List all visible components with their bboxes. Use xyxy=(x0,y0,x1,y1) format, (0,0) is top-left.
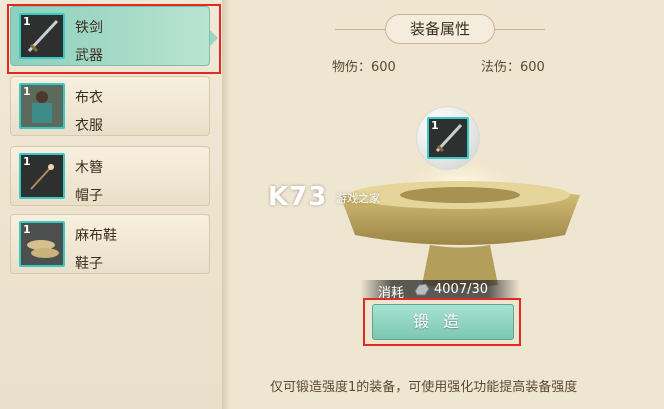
item-type: 衣服 xyxy=(75,118,103,134)
item-type: 鞋子 xyxy=(75,256,103,272)
ore-icon xyxy=(414,283,430,296)
item-name: 麻布鞋 xyxy=(75,228,117,244)
equipment-item-cloth-robe[interactable]: 1 布衣 衣服 xyxy=(10,76,210,136)
equipment-item-hemp-shoes[interactable]: 1 麻布鞋 鞋子 xyxy=(10,214,210,274)
item-name: 布衣 xyxy=(75,90,103,106)
stat-magic-damage: 法伤：600 xyxy=(481,60,545,75)
cost-value: 4007/30 xyxy=(434,282,489,297)
highlight-selected-item xyxy=(7,4,221,74)
footer-tip: 仅可锻造强度1的装备，可使用强化功能提高装备强度 xyxy=(270,380,578,395)
title-line-right xyxy=(495,29,545,30)
watermark-subtitle: 游戏之家 xyxy=(336,192,380,205)
highlight-forge-button xyxy=(363,298,521,346)
panel-title: 装备属性 xyxy=(385,14,495,44)
stat-physical-damage: 物伤：600 xyxy=(332,60,396,75)
equipment-item-wooden-hairpin[interactable]: 1 木簪 帽子 xyxy=(10,146,210,206)
cloth-robe-icon: 1 xyxy=(19,83,65,129)
hemp-shoes-icon: 1 xyxy=(19,221,65,267)
watermark-logo: K73 xyxy=(268,182,328,212)
panel-divider xyxy=(222,0,230,409)
wooden-hairpin-icon: 1 xyxy=(19,153,65,199)
item-type: 帽子 xyxy=(75,188,103,204)
item-name: 木簪 xyxy=(75,160,103,176)
title-line-left xyxy=(335,29,385,30)
preview-sword-icon: 1 xyxy=(427,117,469,159)
forge-basin-graphic xyxy=(340,160,580,288)
